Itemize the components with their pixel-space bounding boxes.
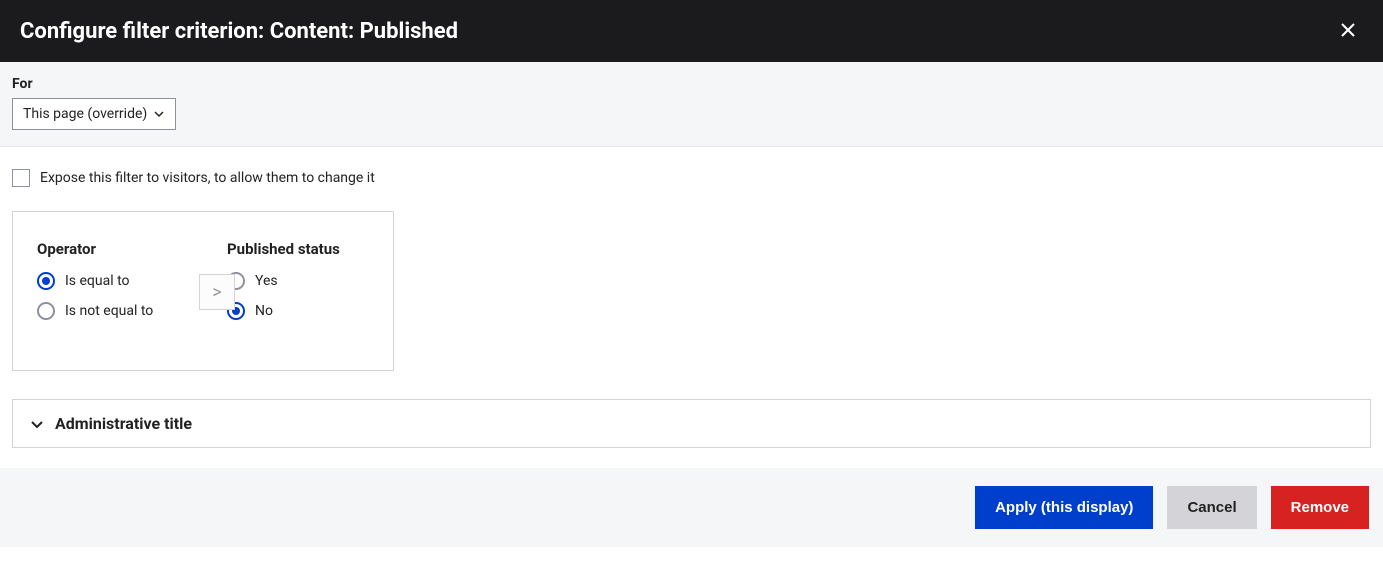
arrow-glyph: > bbox=[212, 282, 221, 303]
scope-label: For bbox=[12, 76, 1371, 92]
apply-button[interactable]: Apply (this display) bbox=[975, 486, 1153, 529]
expose-filter-label: Expose this filter to visitors, to allow… bbox=[40, 170, 375, 186]
status-option-label: No bbox=[255, 303, 273, 319]
expose-filter-checkbox[interactable] bbox=[12, 169, 30, 187]
close-button[interactable] bbox=[1333, 18, 1363, 44]
expose-filter-row[interactable]: Expose this filter to visitors, to allow… bbox=[12, 169, 1371, 187]
status-title: Published status bbox=[227, 240, 369, 258]
dialog-header: Configure filter criterion: Content: Pub… bbox=[0, 0, 1383, 62]
operator-option-equal[interactable]: Is equal to bbox=[37, 272, 179, 290]
chevron-down-icon bbox=[153, 108, 165, 120]
cancel-button[interactable]: Cancel bbox=[1167, 486, 1256, 529]
dialog-title: Configure filter criterion: Content: Pub… bbox=[20, 19, 458, 44]
status-option-label: Yes bbox=[255, 273, 278, 289]
status-option-no[interactable]: No bbox=[227, 302, 369, 320]
operator-title: Operator bbox=[37, 240, 179, 258]
dialog-footer: Apply (this display) Cancel Remove bbox=[0, 468, 1383, 547]
scope-selected-value: This page (override) bbox=[23, 106, 147, 122]
operator-option-label: Is not equal to bbox=[65, 303, 153, 319]
operator-option-not-equal[interactable]: Is not equal to bbox=[37, 302, 179, 320]
status-option-yes[interactable]: Yes bbox=[227, 272, 369, 290]
chevron-down-icon bbox=[29, 416, 45, 432]
administrative-title-label: Administrative title bbox=[55, 414, 192, 433]
operator-option-label: Is equal to bbox=[65, 273, 130, 289]
operator-panel: Operator Is equal to Is not equal to bbox=[13, 212, 203, 370]
administrative-title-toggle[interactable]: Administrative title bbox=[12, 399, 1371, 448]
close-icon bbox=[1341, 23, 1355, 37]
scope-section: For This page (override) bbox=[0, 62, 1383, 147]
radio-icon bbox=[37, 302, 55, 320]
criteria-panels: Operator Is equal to Is not equal to > P… bbox=[12, 211, 394, 371]
dialog-body: Expose this filter to visitors, to allow… bbox=[0, 147, 1383, 468]
remove-button[interactable]: Remove bbox=[1271, 486, 1369, 529]
radio-icon bbox=[37, 272, 55, 290]
arrow-badge: > bbox=[199, 274, 235, 310]
scope-select[interactable]: This page (override) bbox=[12, 98, 176, 130]
